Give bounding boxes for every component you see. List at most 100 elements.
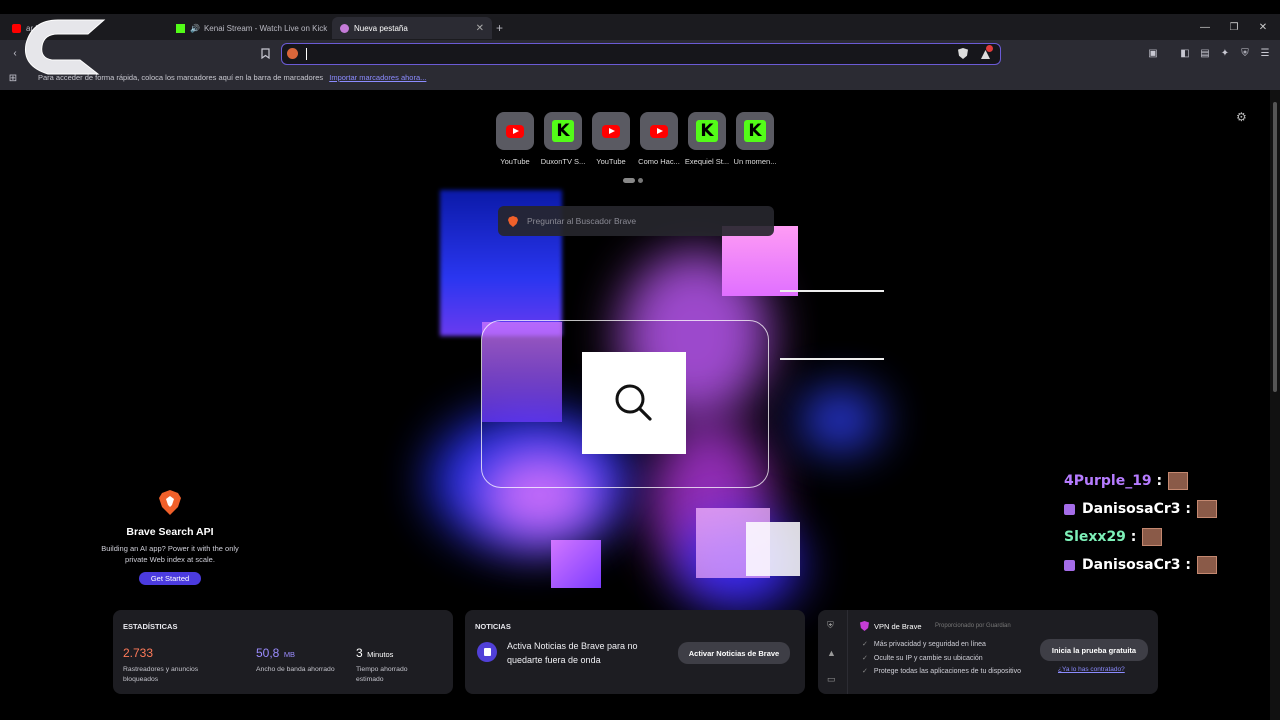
top-site-tile[interactable]: K DuxonTV S... — [541, 112, 585, 166]
text-cursor — [306, 48, 307, 60]
tab-kick[interactable]: 🔊 Kenai Stream - Watch Live on Kick — [168, 17, 328, 39]
youtube-icon — [650, 124, 668, 138]
kick-icon: K — [696, 120, 718, 142]
brave-lion-icon — [508, 215, 518, 227]
top-site-tile[interactable]: YouTube — [592, 112, 630, 166]
card-switcher: ⛨ ▲ ▭ — [818, 610, 848, 694]
import-bookmarks-link[interactable]: Importar marcadores ahora... — [329, 73, 426, 82]
promo-description: Building an AI app? Power it with the on… — [101, 544, 239, 565]
stats-title: ESTADÍSTICAS — [123, 622, 178, 631]
sub-badge-icon — [1064, 559, 1075, 571]
top-sites-pager[interactable] — [623, 178, 643, 183]
top-site-label: Como Hac... — [638, 157, 680, 166]
youtube-icon — [506, 124, 524, 138]
tab-title: Kenai Stream - Watch Live on Kick — [203, 23, 328, 33]
chat-message: 4Purple_19 : — [1064, 472, 1189, 490]
vpn-provider: Proporcionado por Guardian — [935, 623, 1011, 629]
top-site-label: Exequiel St... — [684, 157, 730, 166]
top-site-label: YouTube — [500, 157, 530, 166]
search-api-promo: Brave Search API Building an AI app? Pow… — [100, 490, 240, 586]
chat-message: DanisosaCr3 : — [1064, 556, 1217, 574]
top-site-tile[interactable]: K Un momen... — [734, 112, 776, 166]
scrollbar-thumb[interactable] — [1273, 102, 1277, 392]
youtube-icon — [602, 124, 620, 138]
top-sites: YouTube K DuxonTV S... YouTube Como Hac.… — [496, 112, 776, 166]
minimize-icon[interactable]: — — [1190, 14, 1220, 40]
brave-icon — [340, 23, 349, 33]
settings-gear-icon[interactable]: ⚙ — [1236, 110, 1247, 124]
top-site-label: DuxonTV S... — [540, 157, 586, 166]
vpn-feature: Oculte su IP y cambie su ubicación — [862, 654, 983, 662]
chat-username: DanisosaCr3 — [1082, 557, 1181, 573]
brave-shields-icon[interactable] — [958, 48, 968, 59]
bookmark-icon[interactable] — [258, 46, 272, 60]
talk-tab-icon[interactable]: ▭ — [827, 674, 836, 685]
search-placeholder: Preguntar al Buscador Brave — [527, 216, 637, 226]
new-tab-button[interactable]: + — [496, 17, 516, 39]
stat-trackers: 2.733 Rastreadores y anuncios bloqueados — [123, 646, 199, 684]
emote-icon — [1168, 472, 1189, 490]
leo-ai-icon[interactable]: ✦ — [1218, 46, 1232, 60]
promo-title: Brave Search API — [126, 526, 214, 538]
news-card: NOTICIAS Activa Noticias de Brave para n… — [465, 610, 805, 694]
start-trial-button[interactable]: Inicia la prueba gratuita — [1040, 639, 1148, 661]
toolbar: ‹ ▣ ◧ ▤ ✦ ⛨ ☰ — [0, 40, 1280, 68]
stat-time: 3 Minutos Tiempo ahorrado estimado — [356, 646, 408, 684]
rewards-icon[interactable] — [981, 45, 993, 59]
maximize-icon[interactable]: ❐ — [1219, 14, 1249, 40]
already-subscribed-link[interactable]: ¿Ya lo has contratado? — [1058, 666, 1125, 673]
enable-news-button[interactable]: Activar Noticias de Brave — [678, 642, 790, 664]
window-top-strip — [0, 0, 1280, 14]
kick-icon: K — [744, 120, 766, 142]
speaker-icon: 🔊 — [190, 23, 200, 33]
rewards-tab-icon[interactable]: ▲ — [827, 648, 836, 658]
tab-title: Nueva pestaña — [354, 23, 408, 33]
top-site-label: YouTube — [596, 157, 626, 166]
tab-bar: ar k... 🔊 Kenai Stream - Watch Live on K… — [0, 14, 1280, 40]
top-site-tile[interactable]: YouTube — [496, 112, 534, 166]
site-info-icon[interactable] — [287, 48, 298, 59]
vpn-tab-icon[interactable]: ⛨ — [827, 620, 834, 631]
sidebar-icon[interactable]: ◧ — [1178, 46, 1192, 60]
emote-icon — [1142, 528, 1163, 546]
wallet-icon[interactable]: ▤ — [1198, 46, 1212, 60]
chat-username: 4Purple_19 — [1064, 473, 1152, 489]
stat-bandwidth: 50,8 MB Ancho de banda ahorrado — [256, 646, 335, 673]
top-site-tile[interactable]: K Exequiel St... — [685, 112, 729, 166]
get-started-button[interactable]: Get Started — [138, 571, 202, 585]
sub-badge-icon — [1064, 503, 1075, 515]
news-icon — [477, 642, 497, 662]
brave-lion-icon — [159, 490, 181, 515]
chat-username: Slexx29 — [1064, 529, 1126, 545]
chat-message: DanisosaCr3 : — [1064, 500, 1217, 518]
close-window-icon[interactable]: ✕ — [1248, 14, 1278, 40]
emote-icon — [1196, 556, 1217, 574]
search-illustration — [582, 352, 686, 454]
chat-message: Slexx29 : — [1064, 528, 1163, 546]
screenshot-icon[interactable]: ▣ — [1146, 46, 1160, 60]
address-bar[interactable] — [281, 43, 1001, 65]
kick-icon: K — [552, 120, 574, 142]
magnifier-icon — [615, 384, 652, 421]
tab-new-tab[interactable]: Nueva pestaña ✕ — [332, 17, 492, 39]
emote-icon — [1196, 500, 1217, 518]
vpn-shield-icon — [860, 621, 869, 631]
bookmarks-bar: ⊞ Para acceder de forma rápida, coloca l… — [0, 68, 1280, 90]
vpn-feature: Más privacidad y seguridad en línea — [862, 640, 986, 648]
close-tab-icon[interactable]: ✕ — [476, 23, 484, 34]
news-text: Activa Noticias de Brave para no quedart… — [507, 641, 638, 665]
news-title: NOTICIAS — [475, 622, 511, 631]
page-scrollbar[interactable] — [1270, 90, 1280, 720]
vpn-card: ⛨ ▲ ▭ VPN de Brave Proporcionado por Gua… — [818, 610, 1158, 694]
brave-search-box[interactable]: Preguntar al Buscador Brave — [498, 206, 774, 236]
vpn-feature: Protege todas las aplicaciones de tu dis… — [862, 667, 1021, 675]
menu-icon[interactable]: ☰ — [1258, 46, 1272, 60]
vpn-title: VPN de Brave — [874, 622, 922, 631]
stream-logo — [24, 19, 106, 75]
kick-icon — [176, 23, 185, 33]
top-site-label: Un momen... — [733, 157, 777, 166]
stats-card: ESTADÍSTICAS 2.733 Rastreadores y anunci… — [113, 610, 453, 694]
top-site-tile[interactable]: Como Hac... — [638, 112, 680, 166]
chat-username: DanisosaCr3 — [1082, 501, 1181, 517]
vpn-icon[interactable]: ⛨ — [1238, 46, 1252, 60]
